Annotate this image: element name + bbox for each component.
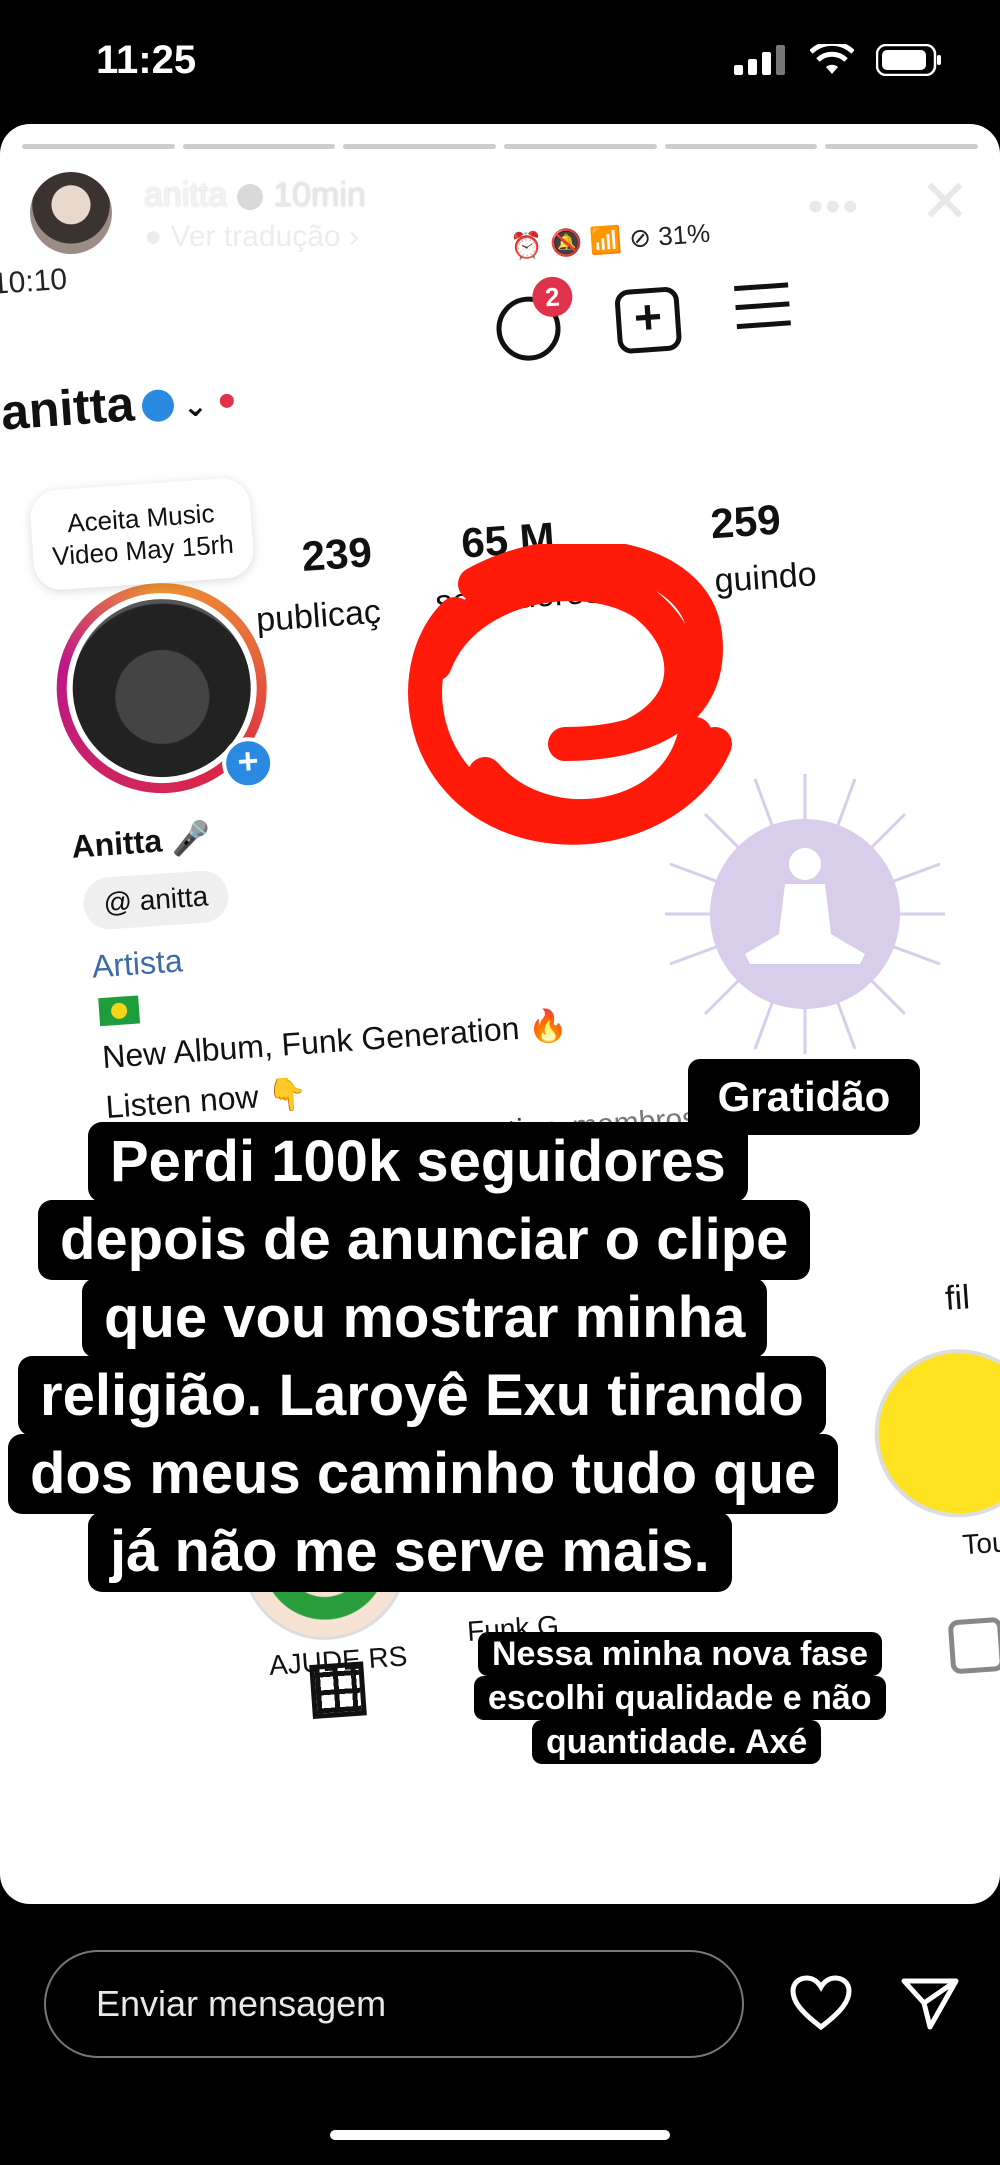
translate-link[interactable]: ● Ver tradução › — [144, 220, 359, 254]
caption-main-line: que vou mostrar minha — [82, 1278, 768, 1358]
caption-main-line: depois de anunciar o clipe — [38, 1200, 811, 1280]
following-count: 259 — [708, 495, 783, 548]
caption-main-line: já não me serve mais. — [88, 1512, 732, 1592]
message-placeholder: Enviar mensagem — [96, 1983, 387, 2024]
brazil-flag-icon — [98, 995, 141, 1027]
send-icon[interactable] — [900, 1975, 960, 2031]
message-input[interactable]: Enviar mensagem — [44, 1950, 744, 2058]
posts-count: 239 — [300, 528, 374, 580]
caption-small-line: quantidade. Axé — [532, 1720, 822, 1764]
new-dot-icon — [218, 393, 234, 409]
highlight-label: Tour — [961, 1525, 1000, 1561]
profile-handle: anitta ⌄ — [0, 367, 235, 441]
avatar[interactable] — [30, 172, 112, 254]
chat-bubble-icon: ● — [144, 220, 163, 253]
status-icons — [734, 44, 942, 76]
side-text: fil — [943, 1278, 972, 1318]
caption-small-line: escolhi qualidade e não — [474, 1676, 886, 1720]
pointing-down-icon: 👇 — [266, 1074, 309, 1114]
caption-main-line: religião. Laroyê Exu tirando — [18, 1356, 826, 1436]
more-button[interactable]: ••• — [808, 182, 860, 232]
bio-line-2: Listen now 👇 — [104, 1074, 309, 1125]
verified-badge-icon — [141, 388, 176, 423]
fire-icon: 🔥 — [526, 1006, 570, 1046]
home-indicator[interactable] — [330, 2130, 670, 2140]
story-username[interactable]: anitta — [144, 176, 227, 214]
threads-pill: @ anitta — [81, 869, 230, 931]
posts-label: publicaç — [254, 592, 382, 640]
display-name: Anitta 🎤 — [70, 819, 212, 865]
note-bubble: Aceita Music Video May 15rh — [28, 476, 256, 592]
caption-small-line: Nessa minha nova fase — [478, 1632, 883, 1676]
profile-category: Artista — [90, 942, 184, 985]
story-frame: anitta 10min ● Ver tradução › ••• ✕ 10:10… — [0, 124, 1000, 1904]
threads-small-icon: @ — [102, 885, 134, 919]
caption-main-line: dos meus caminho tudo que — [8, 1434, 839, 1514]
meditation-sticker — [665, 774, 945, 1054]
chevron-down-icon: ⌄ — [181, 389, 209, 424]
create-icon: + — [614, 286, 683, 355]
caption-main-line: Perdi 100k seguidores — [88, 1122, 748, 1202]
menu-icon — [734, 282, 792, 343]
highlight-tour — [868, 1343, 1000, 1523]
wifi-icon — [810, 44, 854, 74]
verified-icon — [237, 184, 264, 211]
story-user-line[interactable]: anitta 10min — [144, 176, 366, 215]
translate-label: Ver tradução — [170, 220, 341, 253]
microphone-icon: 🎤 — [169, 819, 212, 858]
signal-icon — [734, 45, 785, 75]
chevron-right-icon: › — [348, 220, 359, 253]
grid-tab-icon — [309, 1661, 367, 1720]
close-button[interactable]: ✕ — [920, 172, 970, 232]
bio-line-1: New Album, Funk Generation 🔥 — [101, 1006, 570, 1076]
status-time: 11:25 — [96, 38, 197, 82]
story-time: 10min — [273, 176, 366, 214]
story-progress — [22, 144, 979, 149]
heart-icon[interactable] — [790, 1975, 852, 2031]
story-header: anitta 10min ● Ver tradução › ••• ✕ — [30, 172, 970, 272]
battery-icon — [876, 44, 941, 76]
tagged-tab-icon — [947, 1616, 1000, 1675]
